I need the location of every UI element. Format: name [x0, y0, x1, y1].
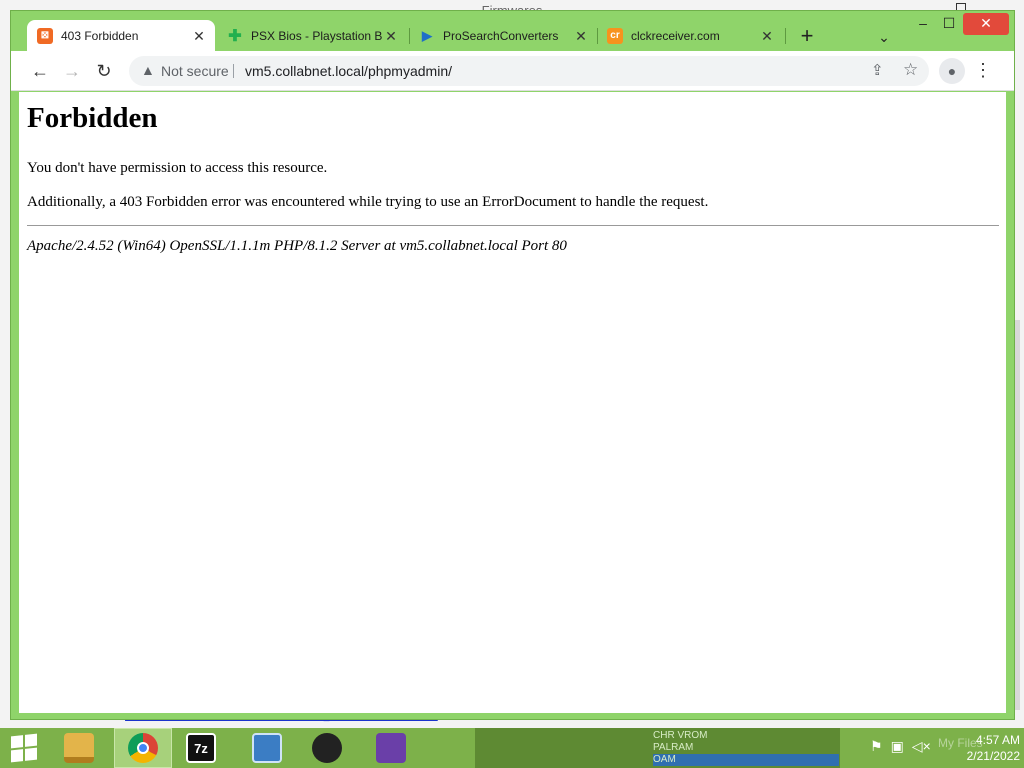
- memory-line-palram: PALRAM: [653, 742, 694, 753]
- tab-title: clckreceiver.com: [631, 28, 720, 43]
- taskbar-control-panel[interactable]: [238, 728, 296, 768]
- windows-logo-icon: [11, 733, 37, 763]
- page-heading: Forbidden: [27, 102, 158, 134]
- address-bar[interactable]: ▲ Not secure vm5.collabnet.local/phpmyad…: [129, 56, 929, 86]
- tab-403-forbidden[interactable]: ⊠ 403 Forbidden ✕: [27, 20, 215, 51]
- profile-avatar-icon[interactable]: ●: [939, 58, 965, 84]
- file-explorer-icon: [64, 733, 94, 763]
- cr-icon: cr: [607, 27, 623, 44]
- clock-date: 2/21/2022: [966, 749, 1020, 763]
- taskbar-7zip[interactable]: 7z: [172, 728, 230, 768]
- back-arrow-icon[interactable]: ←: [27, 58, 53, 84]
- minimize-button[interactable]: –: [909, 13, 937, 35]
- warning-triangle-icon[interactable]: ▲: [141, 62, 155, 80]
- control-panel-icon: [252, 733, 282, 763]
- clock[interactable]: 4:57 AM 2/21/2022: [940, 732, 1020, 764]
- new-tab-button[interactable]: +: [796, 25, 818, 48]
- volume-muted-icon[interactable]: ◁×: [912, 738, 931, 755]
- network-icon[interactable]: ▣: [891, 738, 904, 755]
- taskbar-hacker-app[interactable]: [298, 728, 356, 768]
- browser-toolbar: ← → ↻ ▲ Not secure vm5.collabnet.local/p…: [11, 51, 1014, 91]
- tab-strip: ⊠ 403 Forbidden ✕ ✚ PSX Bios - Playstati…: [11, 11, 1014, 51]
- wolf-app-icon: [376, 733, 406, 763]
- action-center-flag-icon[interactable]: ⚑: [870, 738, 883, 755]
- system-tray: ⚑ ▣ ◁×: [870, 738, 931, 755]
- memory-monitor: CHR VROM PALRAM OAM: [650, 728, 840, 768]
- memory-line-chr-vrom: CHR VROM: [653, 730, 708, 741]
- error-document-message: Additionally, a 403 Forbidden error was …: [27, 194, 709, 210]
- tab-divider: [785, 28, 786, 44]
- browser-window: ⊠ 403 Forbidden ✕ ✚ PSX Bios - Playstati…: [10, 10, 1015, 720]
- start-button[interactable]: [0, 728, 48, 768]
- not-secure-label[interactable]: Not secure: [161, 63, 229, 79]
- maximize-button[interactable]: ☐: [935, 13, 963, 35]
- chrome-icon: [128, 733, 158, 763]
- kebab-menu-icon[interactable]: ⋮: [973, 58, 993, 84]
- tab-prosearchconverters[interactable]: ▶ ProSearchConverters ✕: [409, 20, 597, 51]
- memory-line-oam: OAM: [653, 754, 839, 766]
- taskbar: 7z CHR VROM PALRAM OAM ⚑ ▣ ◁× My Files 4…: [0, 728, 1024, 768]
- page-content: Forbidden You don't have permission to a…: [19, 92, 1006, 713]
- forward-arrow-icon[interactable]: →: [59, 58, 85, 84]
- hacker-avatar-icon: [312, 733, 342, 763]
- share-icon[interactable]: ⇪: [871, 61, 884, 79]
- close-tab-icon[interactable]: ✕: [191, 28, 207, 44]
- 7zip-icon: 7z: [186, 733, 216, 763]
- bookmark-star-icon[interactable]: ☆: [903, 60, 918, 80]
- close-tab-icon[interactable]: ✕: [759, 28, 775, 44]
- psx-icon: ✚: [228, 27, 242, 45]
- divider: [27, 225, 999, 226]
- reload-icon[interactable]: ↻: [91, 58, 117, 84]
- taskbar-chrome[interactable]: [114, 728, 172, 768]
- close-window-button[interactable]: ✕: [963, 13, 1009, 35]
- permission-message: You don't have permission to access this…: [27, 160, 328, 176]
- xampp-icon: ⊠: [37, 27, 53, 44]
- tab-title: PSX Bios - Playstation BIOS: [251, 28, 383, 43]
- server-signature: Apache/2.4.52 (Win64) OpenSSL/1.1.1m PHP…: [27, 238, 567, 254]
- clock-time: 4:57 AM: [975, 733, 1020, 747]
- close-tab-icon[interactable]: ✕: [573, 28, 589, 44]
- tab-psx-bios[interactable]: ✚ PSX Bios - Playstation BIOS ✕: [217, 20, 407, 51]
- url-text[interactable]: vm5.collabnet.local/phpmyadmin/: [245, 63, 452, 79]
- taskbar-file-explorer[interactable]: [50, 728, 108, 768]
- tab-clckreceiver[interactable]: cr clckreceiver.com ✕: [597, 20, 783, 51]
- tab-title: ProSearchConverters: [443, 28, 559, 43]
- close-tab-icon[interactable]: ✕: [383, 28, 399, 44]
- tab-search-chevron-icon[interactable]: ⌄: [873, 26, 895, 48]
- prosearch-icon: ▶: [422, 27, 432, 43]
- taskbar-wolf-app[interactable]: [362, 728, 420, 768]
- address-divider: [233, 64, 234, 78]
- tab-title: 403 Forbidden: [61, 28, 139, 43]
